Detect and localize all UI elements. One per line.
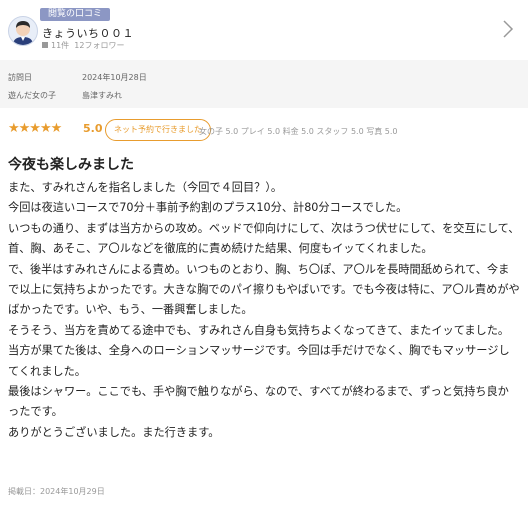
- girl-row: 遊んだ女の子 島津すみれ: [8, 90, 122, 101]
- visit-date-row: 訪問日 2024年10月28日: [8, 72, 147, 83]
- girl-label: 遊んだ女の子: [8, 91, 56, 100]
- avatar[interactable]: [8, 16, 38, 46]
- avatar-person-icon: [13, 21, 33, 45]
- review-badge: 閲覧の口コミ: [40, 8, 111, 21]
- visit-date-value: 2024年10月28日: [82, 73, 147, 82]
- follower-count: 12フォロワー: [74, 41, 125, 50]
- girl-value[interactable]: 島津すみれ: [82, 90, 122, 101]
- reviewer-header[interactable]: 閲覧の口コミ きょういち００１ 11件 12フォロワー: [0, 0, 528, 60]
- review-title: 今夜も楽しみました: [8, 157, 134, 173]
- visit-date-label: 訪問日: [8, 73, 32, 82]
- sub-scores: 女の子 5.0 プレイ 5.0 料金 5.0 スタッフ 5.0 写真 5.0: [199, 127, 398, 136]
- posted-date: 掲載日：2024年10月29日: [8, 487, 105, 496]
- post-count: 11件: [51, 41, 70, 50]
- visit-info: 訪問日 2024年10月28日 遊んだ女の子 島津すみれ: [0, 60, 528, 108]
- rating-row: ★★★★★ 5.0 ネット予約で行きました 女の子 5.0 プレイ 5.0 料金…: [8, 119, 523, 141]
- posts-icon: [42, 42, 48, 48]
- net-reservation-pill: ネット予約で行きました: [105, 119, 211, 141]
- review-body: また、すみれさんを指名しました（今回で４回目？）。 今回は夜這いコースで70分＋…: [8, 181, 520, 439]
- reviewer-name[interactable]: きょういち００１: [42, 25, 134, 41]
- star-rating-icon: ★★★★★: [8, 121, 62, 136]
- overall-score: 5.0: [83, 122, 103, 135]
- chevron-right-icon[interactable]: [502, 19, 514, 39]
- reviewer-meta: 11件 12フォロワー: [42, 40, 124, 51]
